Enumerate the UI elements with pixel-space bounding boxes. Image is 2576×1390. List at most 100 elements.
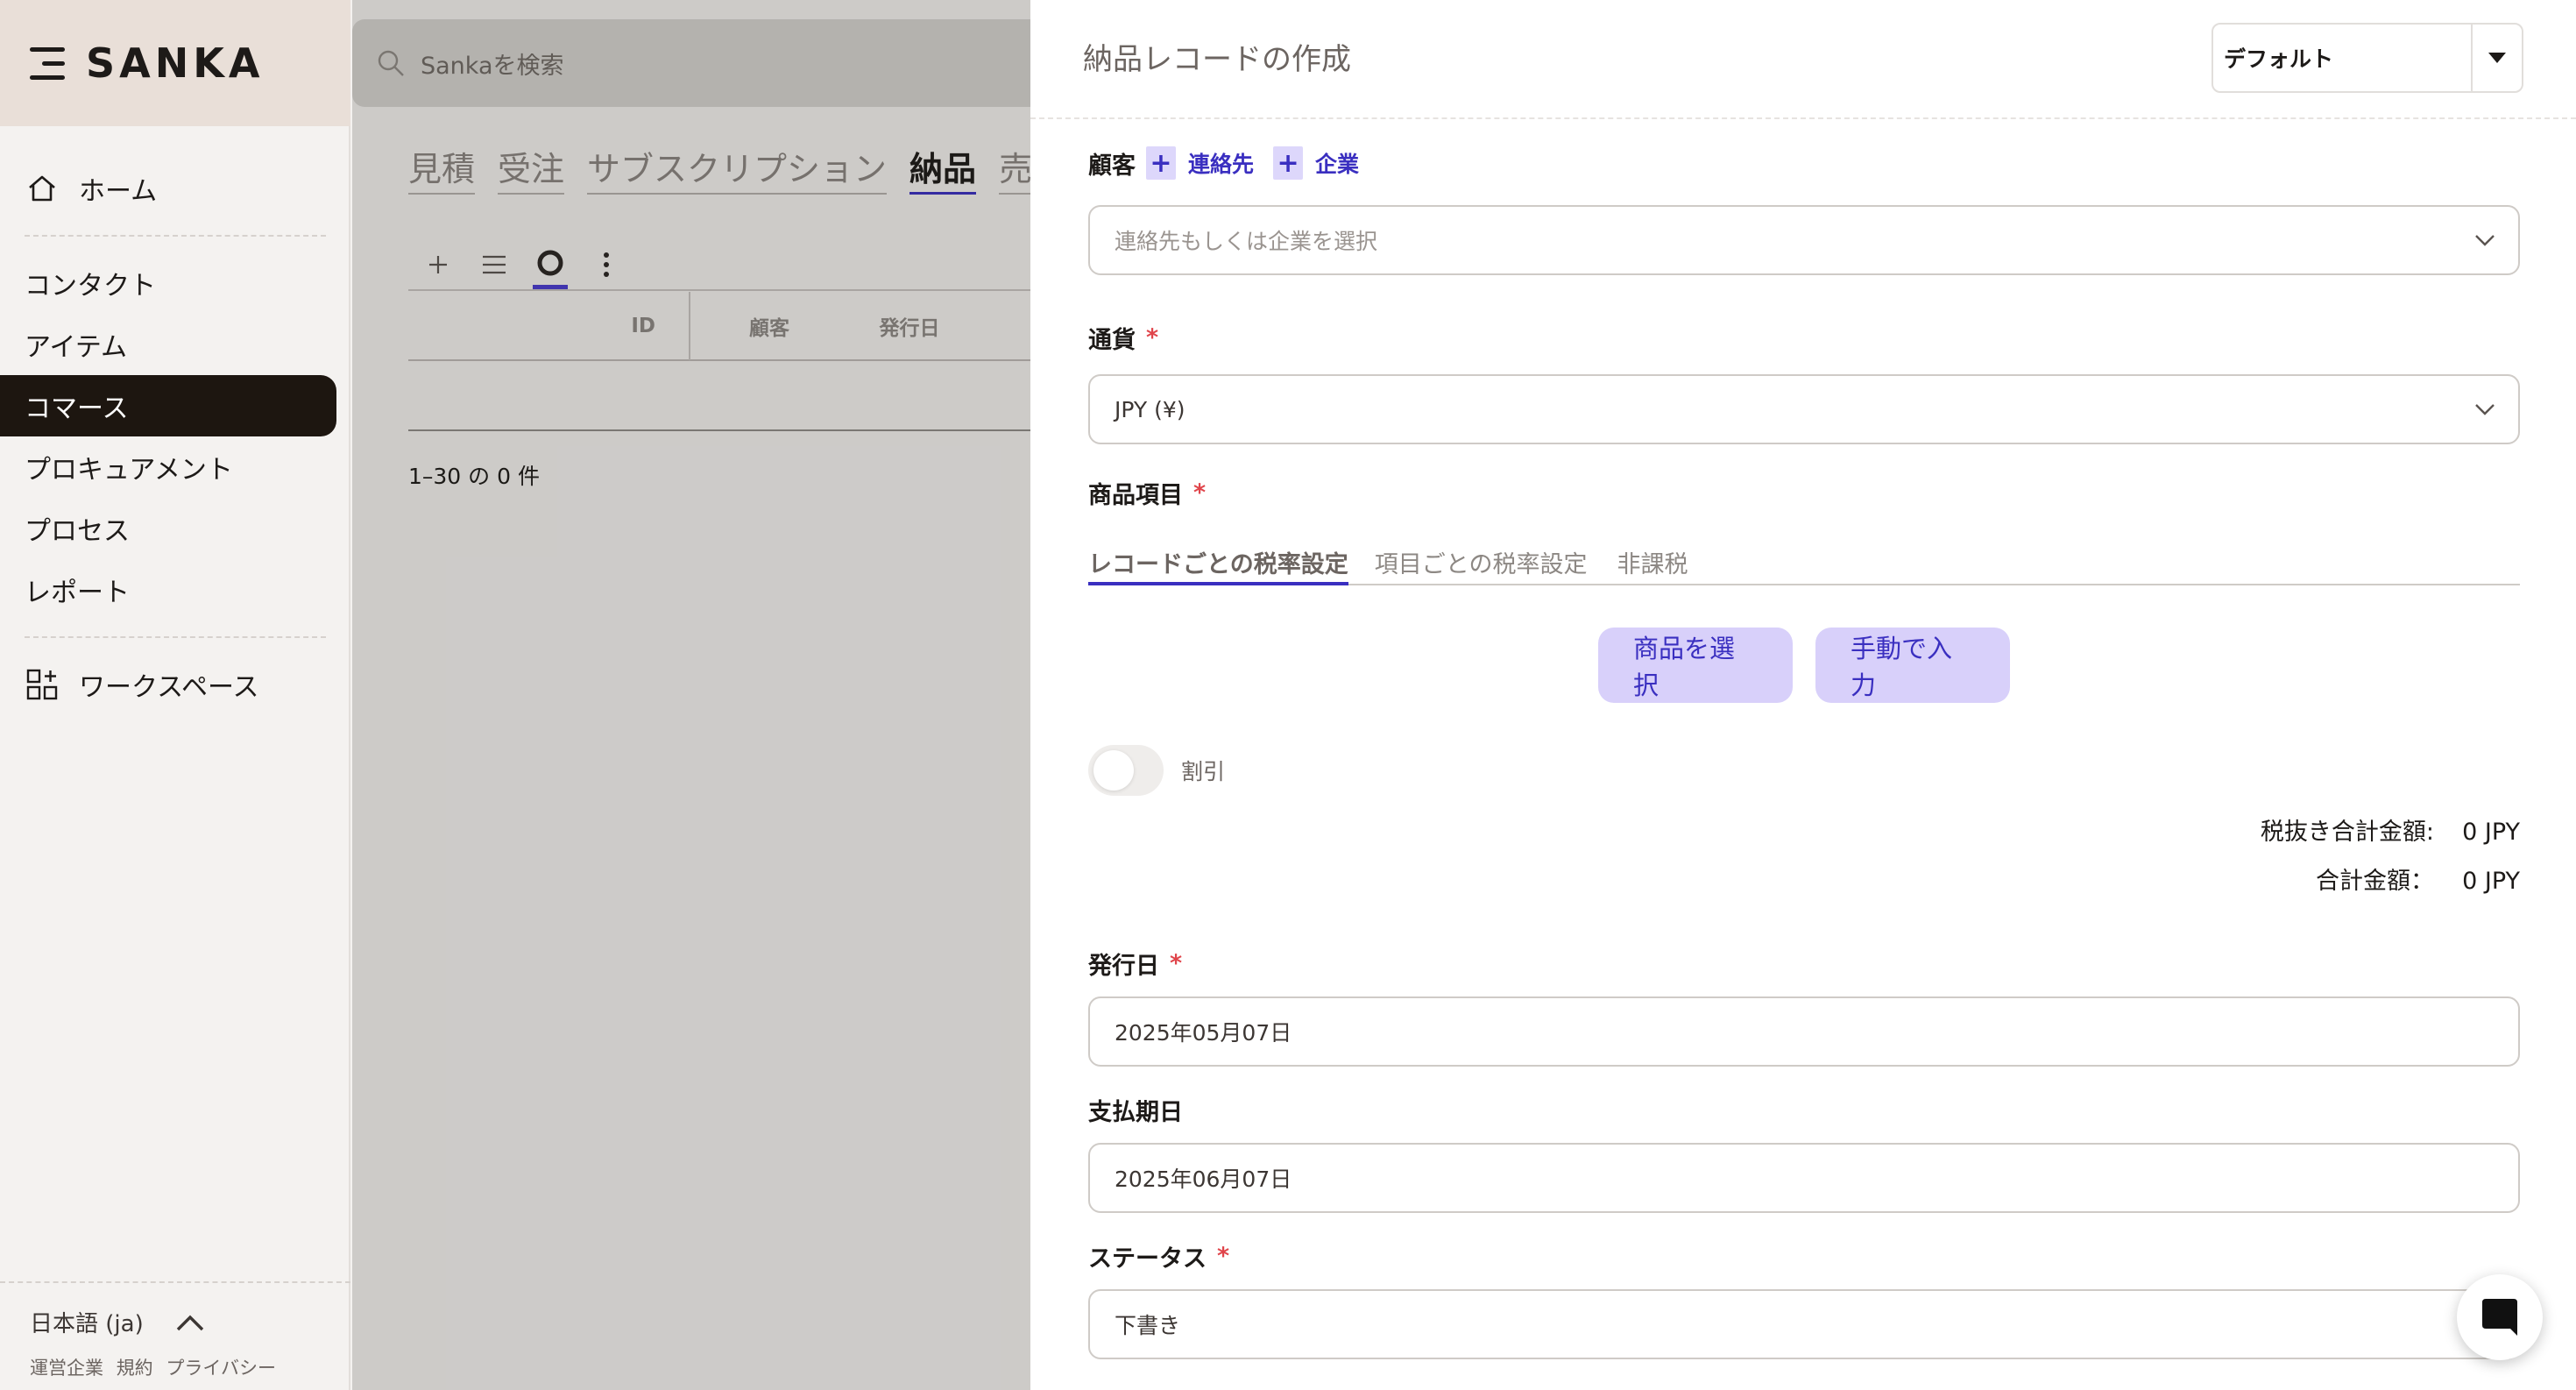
apps-grid-icon: [25, 667, 60, 702]
list-view-icon[interactable]: [477, 247, 512, 282]
required-mark: *: [1170, 950, 1183, 977]
sidebar-item-home[interactable]: ホーム: [0, 158, 350, 219]
plus-icon: +: [1146, 146, 1176, 180]
discount-toggle[interactable]: [1088, 745, 1164, 796]
view-circle-icon[interactable]: [533, 240, 568, 289]
add-contact-button[interactable]: + 連絡先: [1146, 146, 1254, 180]
discount-row: 割引: [1088, 745, 2520, 796]
nav-divider: [25, 636, 326, 638]
add-company-button[interactable]: + 企業: [1273, 146, 1359, 180]
sidebar-item-label: コマース: [25, 394, 129, 424]
customer-placeholder: 連絡先もしくは企業を選択: [1115, 229, 1378, 254]
required-mark: *: [1217, 1243, 1230, 1270]
pagination-info: 1–30 の 0 件: [408, 464, 540, 489]
sidebar-item-workspace[interactable]: ワークスペース: [0, 654, 350, 715]
total-row: 合計金額： 0 JPY: [1088, 857, 2520, 906]
due-date-label: 支払期日: [1088, 1099, 1183, 1126]
customer-select[interactable]: 連絡先もしくは企業を選択: [1088, 205, 2520, 275]
tab-estimates[interactable]: 見積: [408, 142, 476, 195]
link-privacy[interactable]: プライバシー: [166, 1358, 276, 1379]
sidebar-nav: ホーム コンタクト アイテム コマース プロキュアメント プロセス レポート ワ…: [0, 158, 350, 715]
object-tabs: 見積 受注 サブスクリプション 納品 売上: [408, 142, 1066, 195]
column-customer[interactable]: 顧客: [690, 311, 848, 341]
column-issue-date[interactable]: 発行日: [848, 311, 971, 341]
chevron-down-icon: [2475, 404, 2495, 415]
sidebar-item-reports[interactable]: レポート: [0, 559, 350, 621]
product-buttons: 商品を選択 手動で入力: [1088, 628, 2520, 703]
table-header: ID 顧客 発行日: [408, 292, 1074, 361]
sidebar-item-items[interactable]: アイテム: [0, 314, 350, 375]
toggle-knob: [1093, 750, 1134, 791]
status-label: ステータス: [1088, 1245, 1207, 1273]
link-company[interactable]: 運営企業: [30, 1358, 103, 1379]
currency-label-row: 通貨 *: [1088, 321, 2520, 355]
tab-orders[interactable]: 受注: [498, 142, 565, 195]
search-placeholder: Sankaを検索: [421, 52, 564, 80]
add-company-label: 企業: [1315, 152, 1360, 177]
nav-divider: [25, 235, 326, 237]
drawer-header: 納品レコードの作成 デフォルト: [1030, 0, 2576, 119]
sidebar-item-label: レポート: [25, 578, 130, 608]
language-selector[interactable]: 日本語 (ja): [30, 1306, 321, 1338]
sidebar-item-label: プロセス: [25, 516, 130, 547]
sidebar: SANKA ホーム コンタクト アイテム コマース プロキュアメント プロセス …: [0, 0, 350, 1390]
sidebar-item-process[interactable]: プロセス: [0, 498, 350, 559]
sidebar-item-commerce[interactable]: コマース: [0, 375, 336, 436]
required-mark: *: [1146, 324, 1159, 351]
view-select[interactable]: デフォルト: [2212, 23, 2523, 93]
due-date-field[interactable]: 2025年06月07日: [1088, 1143, 2520, 1213]
link-terms[interactable]: 規約: [117, 1358, 153, 1379]
discount-label: 割引: [1181, 759, 1226, 784]
currency-value: JPY (¥): [1115, 396, 1185, 422]
tab-tax-per-item[interactable]: 項目ごとの税率設定: [1375, 540, 1588, 584]
brand-logo[interactable]: SANKA: [86, 39, 264, 87]
drawer-title: 納品レコードの作成: [1083, 42, 1351, 77]
subtotal-label: 税抜き合計金額:: [2260, 819, 2434, 846]
tab-tax-per-record[interactable]: レコードごとの税率設定: [1088, 540, 1348, 585]
sidebar-item-label: ワークスペース: [79, 672, 259, 703]
currency-select[interactable]: JPY (¥): [1088, 374, 2520, 444]
currency-label: 通貨: [1088, 327, 1136, 354]
status-value: 下書き: [1115, 1313, 1181, 1338]
total-value: 0 JPY: [2462, 868, 2520, 895]
tax-setting-tabs: レコードごとの税率設定 項目ごとの税率設定 非課税: [1088, 540, 2520, 585]
add-view-icon[interactable]: [421, 247, 456, 282]
subtotal-row: 税抜き合計金額: 0 JPY: [1088, 808, 2520, 857]
items-label: 商品項目: [1088, 482, 1183, 509]
total-label: 合計金額：: [2316, 868, 2434, 895]
status-select[interactable]: 下書き: [1088, 1289, 2520, 1359]
items-label-row: 商品項目 *: [1088, 476, 2520, 510]
table-empty-row: [408, 361, 1074, 431]
sidebar-footer: 日本語 (ja) 運営企業 規約 プライバシー: [0, 1281, 350, 1390]
customer-label-row: 顧客 + 連絡先 + 企業: [1088, 140, 2520, 186]
required-mark: *: [1193, 479, 1207, 507]
sidebar-item-label: コンタクト: [25, 271, 156, 301]
language-label: 日本語 (ja): [30, 1311, 144, 1337]
more-vertical-icon[interactable]: [589, 247, 624, 282]
issue-date-field[interactable]: 2025年05月07日: [1088, 996, 2520, 1067]
menu-icon[interactable]: [30, 46, 65, 81]
select-product-button[interactable]: 商品を選択: [1598, 628, 1793, 703]
tab-subscriptions[interactable]: サブスクリプション: [587, 142, 888, 195]
issue-date-value: 2025年05月07日: [1115, 1020, 1292, 1046]
totals: 税抜き合計金額: 0 JPY 合計金額： 0 JPY: [1088, 808, 2520, 906]
due-date-label-row: 支払期日: [1088, 1093, 2520, 1127]
status-label-row: ステータス *: [1088, 1239, 2520, 1273]
column-id[interactable]: ID: [408, 292, 690, 360]
tab-tax-exempt[interactable]: 非課税: [1617, 540, 1688, 584]
issue-date-label: 発行日: [1088, 953, 1159, 980]
plus-icon: +: [1273, 146, 1304, 180]
sidebar-item-label: プロキュアメント: [25, 455, 233, 486]
view-select-value: デフォルト: [2224, 46, 2334, 72]
chat-launcher-button[interactable]: [2457, 1274, 2543, 1360]
add-contact-label: 連絡先: [1188, 152, 1255, 177]
manual-entry-button[interactable]: 手動で入力: [1815, 628, 2010, 703]
sidebar-item-contacts[interactable]: コンタクト: [0, 252, 350, 314]
caret-down-icon[interactable]: [2471, 25, 2522, 91]
customer-label: 顧客: [1088, 152, 1136, 180]
delivery-form: 顧客 + 連絡先 + 企業 連絡先もしくは企業を選択 通貨 * JPY (¥) 商品…: [1088, 140, 2520, 1359]
sidebar-item-procurement[interactable]: プロキュアメント: [0, 436, 350, 498]
issue-date-label-row: 発行日 *: [1088, 947, 2520, 981]
view-toolbar: [408, 240, 1074, 291]
tab-deliveries[interactable]: 納品: [909, 142, 977, 195]
